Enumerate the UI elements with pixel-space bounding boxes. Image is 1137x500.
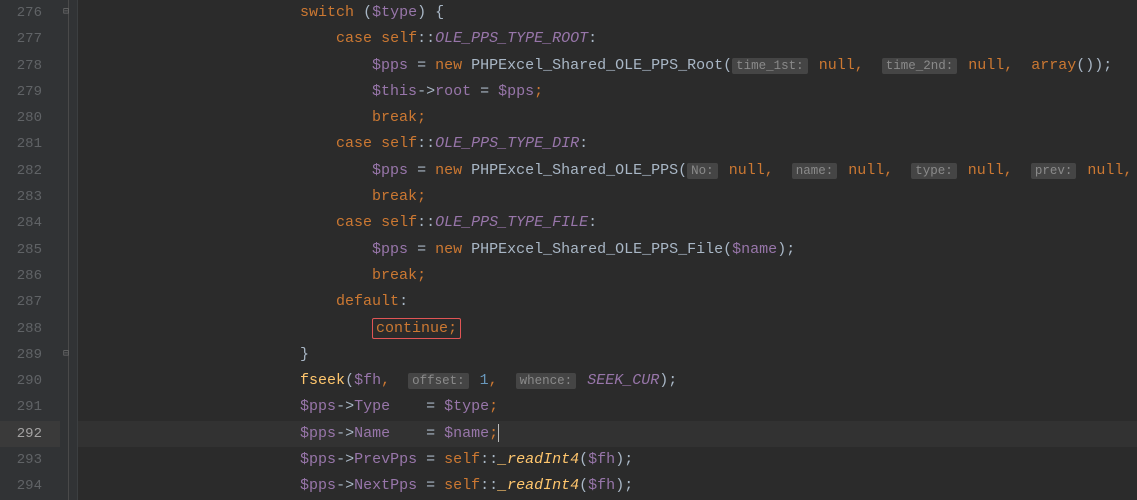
code-line[interactable]: switch ($type) { (78, 0, 1137, 26)
code-line[interactable]: default: (78, 289, 1137, 315)
param-hint: type: (911, 163, 957, 179)
code-line[interactable]: $pps = new PHPExcel_Shared_OLE_PPS_File(… (78, 237, 1137, 263)
line-number: 287 (0, 289, 60, 315)
line-number: 285 (0, 237, 60, 263)
line-number: 290 (0, 368, 60, 394)
code-area[interactable]: switch ($type) { case self::OLE_PPS_TYPE… (78, 0, 1137, 500)
code-line[interactable]: $pps->Type = $type; (78, 394, 1137, 420)
line-number: 288 (0, 316, 60, 342)
line-number: 283 (0, 184, 60, 210)
code-line[interactable]: $pps->NextPps = self::_readInt4($fh); (78, 473, 1137, 499)
line-number: 276 (0, 0, 60, 26)
code-line[interactable]: } (78, 342, 1137, 368)
param-hint: time_1st: (732, 58, 808, 74)
line-number: 282 (0, 158, 60, 184)
line-number-current: 292 (0, 421, 60, 447)
param-hint: No: (687, 163, 718, 179)
code-line-current[interactable]: $pps->Name = $name; (78, 421, 1137, 447)
line-number: 278 (0, 53, 60, 79)
error-highlight[interactable]: continue; (372, 318, 461, 339)
code-line[interactable]: break; (78, 105, 1137, 131)
code-line[interactable]: $pps = new PHPExcel_Shared_OLE_PPS(No: n… (78, 158, 1137, 184)
fold-gutter[interactable]: ⊟ ⊟ (60, 0, 78, 500)
code-line[interactable]: $this->root = $pps; (78, 79, 1137, 105)
param-hint: prev: (1031, 163, 1077, 179)
line-number: 284 (0, 210, 60, 236)
line-number-gutter: 276 277 278 279 280 281 282 283 284 285 … (0, 0, 60, 500)
param-hint: time_2nd: (882, 58, 958, 74)
line-number: 289 (0, 342, 60, 368)
code-line[interactable]: continue; (78, 316, 1137, 342)
code-line[interactable]: break; (78, 263, 1137, 289)
code-line[interactable]: case self::OLE_PPS_TYPE_FILE: (78, 210, 1137, 236)
line-number: 280 (0, 105, 60, 131)
code-line[interactable]: fseek($fh, offset: 1, whence: SEEK_CUR); (78, 368, 1137, 394)
line-number: 281 (0, 131, 60, 157)
code-editor[interactable]: 276 277 278 279 280 281 282 283 284 285 … (0, 0, 1137, 500)
param-hint: offset: (408, 373, 469, 389)
caret-icon (498, 424, 499, 442)
code-line[interactable]: break; (78, 184, 1137, 210)
param-hint: whence: (516, 373, 577, 389)
line-number: 277 (0, 26, 60, 52)
line-number: 293 (0, 447, 60, 473)
code-line[interactable]: case self::OLE_PPS_TYPE_ROOT: (78, 26, 1137, 52)
line-number: 279 (0, 79, 60, 105)
code-line[interactable]: $pps->PrevPps = self::_readInt4($fh); (78, 447, 1137, 473)
line-number: 294 (0, 473, 60, 499)
line-number: 286 (0, 263, 60, 289)
code-line[interactable]: case self::OLE_PPS_TYPE_DIR: (78, 131, 1137, 157)
fold-marker-icon[interactable]: ⊟ (63, 8, 73, 18)
param-hint: name: (792, 163, 838, 179)
fold-end-icon[interactable]: ⊟ (63, 350, 73, 360)
code-line[interactable]: $pps = new PHPExcel_Shared_OLE_PPS_Root(… (78, 53, 1137, 79)
line-number: 291 (0, 394, 60, 420)
